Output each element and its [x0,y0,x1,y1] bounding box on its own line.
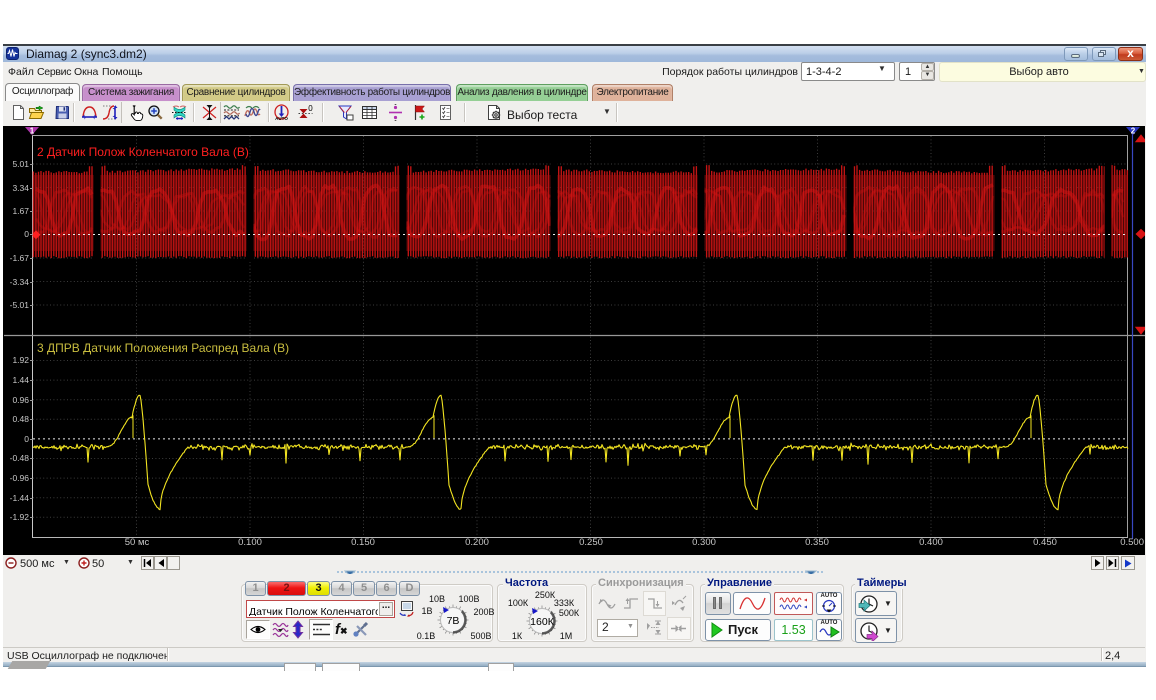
svg-text:7В: 7В [447,615,460,627]
svg-text:1: 1 [30,127,35,136]
svg-text:AUTO: AUTO [275,116,288,121]
svg-text:160К: 160К [530,616,555,628]
svg-text:0: 0 [308,104,313,113]
svg-text:2: 2 [1131,127,1136,136]
